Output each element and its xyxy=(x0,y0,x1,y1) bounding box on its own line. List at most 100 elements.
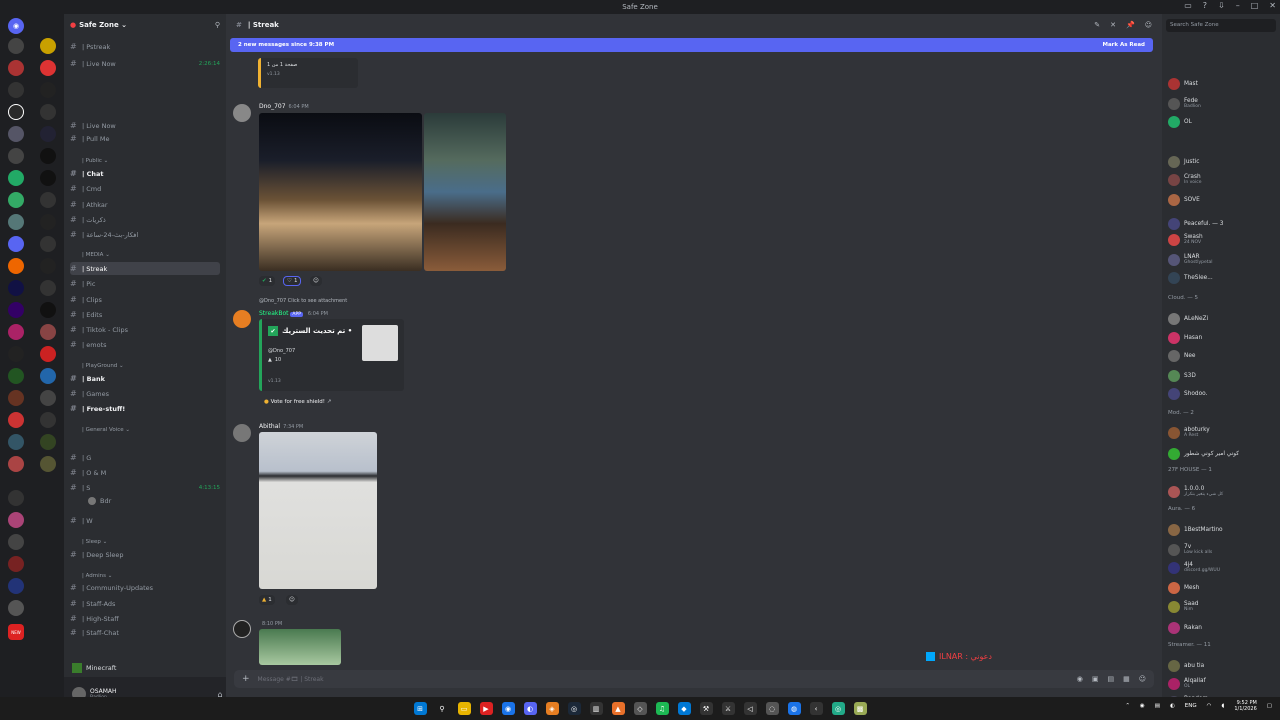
gift-icon[interactable]: ◉ xyxy=(1077,675,1083,683)
server-icon[interactable] xyxy=(8,236,24,252)
server-icon[interactable] xyxy=(40,280,56,296)
channel-item[interactable]: | PlayGround ⌄ xyxy=(70,359,220,372)
app-icon[interactable]: ⚔ xyxy=(721,702,735,715)
server-icon[interactable] xyxy=(8,600,24,616)
server-icon[interactable] xyxy=(8,578,24,594)
server-icon[interactable] xyxy=(8,192,24,208)
windows-start-icon[interactable]: ⊞ xyxy=(413,702,427,715)
spotify-icon[interactable]: ♫ xyxy=(655,702,669,715)
message-author[interactable]: StreakBot APP 6:04 PM xyxy=(259,310,328,317)
server-icon[interactable] xyxy=(8,556,24,572)
server-icon[interactable] xyxy=(8,214,24,230)
app-icon[interactable]: ▥ xyxy=(589,702,603,715)
member-search-input[interactable]: Search Safe Zone xyxy=(1166,19,1276,32)
language-indicator[interactable]: ENG xyxy=(1185,703,1197,709)
channel-item[interactable]: # | Pstreak xyxy=(70,40,220,53)
author-name[interactable]: StreakBot xyxy=(259,310,288,317)
server-icon[interactable] xyxy=(40,38,56,54)
channel-item[interactable]: # | Cmd xyxy=(70,182,220,195)
server-icon[interactable] xyxy=(8,126,24,142)
server-icon[interactable] xyxy=(8,534,24,550)
tray-icon[interactable]: ◉ xyxy=(1140,703,1145,709)
author-name[interactable]: Abithal xyxy=(259,423,280,430)
member-item[interactable]: LNAR Ghostlypetal xyxy=(1168,252,1278,267)
discord-home-icon[interactable]: ◉ xyxy=(8,18,24,34)
avatar[interactable] xyxy=(233,104,251,122)
server-icon[interactable] xyxy=(8,104,24,120)
members-icon[interactable]: ☺ xyxy=(1145,21,1152,29)
file-explorer-icon[interactable]: ▭ xyxy=(457,702,471,715)
channel-item[interactable]: # | Staff-Ads xyxy=(70,597,220,610)
channel-item[interactable]: # | Athkar xyxy=(70,198,220,211)
channel-item[interactable]: # | Streak xyxy=(70,262,220,275)
channel-item[interactable]: # | Deep Sleep xyxy=(70,548,220,561)
channel-item[interactable]: # | ذكريات xyxy=(70,213,220,226)
member-item[interactable]: 7v Low kick alls xyxy=(1168,542,1278,557)
channel-item[interactable]: # | G xyxy=(70,451,220,464)
channel-item[interactable]: | Sleep ⌄ xyxy=(70,535,220,548)
channel-item[interactable]: # | Edits xyxy=(70,308,220,321)
server-icon[interactable] xyxy=(8,258,24,274)
member-item[interactable]: Crash In voice xyxy=(1168,172,1278,187)
sticker-icon[interactable]: ▤ xyxy=(1107,675,1114,683)
server-icon[interactable] xyxy=(40,258,56,274)
member-item[interactable]: S3D xyxy=(1168,368,1278,383)
photo-restaurant-night[interactable] xyxy=(424,113,506,271)
member-item[interactable]: Peaceful. — 3 xyxy=(1168,216,1278,231)
streakbot-avatar[interactable] xyxy=(233,310,251,328)
member-item[interactable]: 4j4 discord.gg/WUU xyxy=(1168,560,1278,575)
app-icon[interactable]: ◇ xyxy=(633,702,647,715)
search-icon[interactable]: ⚲ xyxy=(436,702,449,715)
server-icon[interactable] xyxy=(8,170,24,186)
app-icon[interactable]: ⚒ xyxy=(699,702,713,715)
vote-text[interactable]: Vote for free shield! xyxy=(271,399,325,405)
channel-item[interactable]: # | High-Staff xyxy=(70,612,220,625)
member-item[interactable]: aboturky A Rest xyxy=(1168,425,1278,440)
member-item[interactable]: abu tia xyxy=(1168,658,1278,673)
server-icon[interactable] xyxy=(40,368,56,384)
channel-item[interactable]: # | Bank xyxy=(70,372,220,385)
reaction-warning[interactable]: ▲ 1 xyxy=(259,595,275,605)
server-icon[interactable] xyxy=(8,456,24,472)
server-icon[interactable] xyxy=(40,456,56,472)
channel-item[interactable]: # | Staff-Chat xyxy=(70,626,220,639)
add-reaction-button[interactable]: ☺ xyxy=(286,595,298,605)
gif-icon[interactable]: ▣ xyxy=(1092,675,1099,683)
photo-attachment[interactable] xyxy=(259,629,341,665)
channel-item[interactable]: # | Community-Updates xyxy=(70,581,220,594)
member-item[interactable]: Mast xyxy=(1168,76,1278,91)
channel-item[interactable]: | Public ⌄ xyxy=(70,154,220,167)
member-item[interactable]: Fede Badlion xyxy=(1168,96,1278,111)
server-icon[interactable] xyxy=(40,302,56,318)
member-item[interactable]: 1BestMartino xyxy=(1168,522,1278,537)
message-input[interactable]: Message #🎞 | Streak xyxy=(258,676,324,683)
server-icon[interactable] xyxy=(40,148,56,164)
server-icon[interactable] xyxy=(8,280,24,296)
server-icon[interactable] xyxy=(40,104,56,120)
channel-item[interactable]: | General Voice ⌄ xyxy=(70,423,220,436)
message-author[interactable]: Dno_707 6:04 PM xyxy=(259,103,309,110)
app-icon[interactable]: ◍ xyxy=(787,702,801,715)
volume-icon[interactable]: ◖ xyxy=(1221,703,1224,709)
server-icon[interactable] xyxy=(8,412,24,428)
add-reaction-button[interactable]: ☺ xyxy=(310,276,322,286)
pin-icon[interactable]: 📌 xyxy=(1126,21,1135,29)
server-icon[interactable] xyxy=(40,126,56,142)
app-icon[interactable]: ◁ xyxy=(743,702,757,715)
member-item[interactable]: Alqallaf OL xyxy=(1168,676,1278,691)
threads-icon[interactable]: ✎ xyxy=(1094,21,1100,29)
member-item[interactable]: ALeNeZi xyxy=(1168,311,1278,326)
server-header[interactable]: ● Safe Zone ⌄ ⚲ xyxy=(64,14,226,36)
member-item[interactable]: SOVE xyxy=(1168,192,1278,207)
member-item[interactable]: Swash 24 NOV xyxy=(1168,232,1278,247)
close-icon[interactable]: ✕ xyxy=(1269,1,1276,10)
discord-icon[interactable]: ◐ xyxy=(523,702,537,715)
channel-item[interactable]: # | Pic xyxy=(70,277,220,290)
notification-icon[interactable]: ▢ xyxy=(1267,703,1272,709)
channel-item[interactable]: | MEDIA ⌄ xyxy=(70,248,220,261)
server-icon[interactable] xyxy=(40,346,56,362)
channel-item[interactable]: # | Pull Me xyxy=(70,132,220,145)
mute-icon[interactable]: ✕ xyxy=(1110,21,1116,29)
message-author[interactable]: 8:10 PM xyxy=(259,620,282,627)
server-icon[interactable] xyxy=(8,346,24,362)
